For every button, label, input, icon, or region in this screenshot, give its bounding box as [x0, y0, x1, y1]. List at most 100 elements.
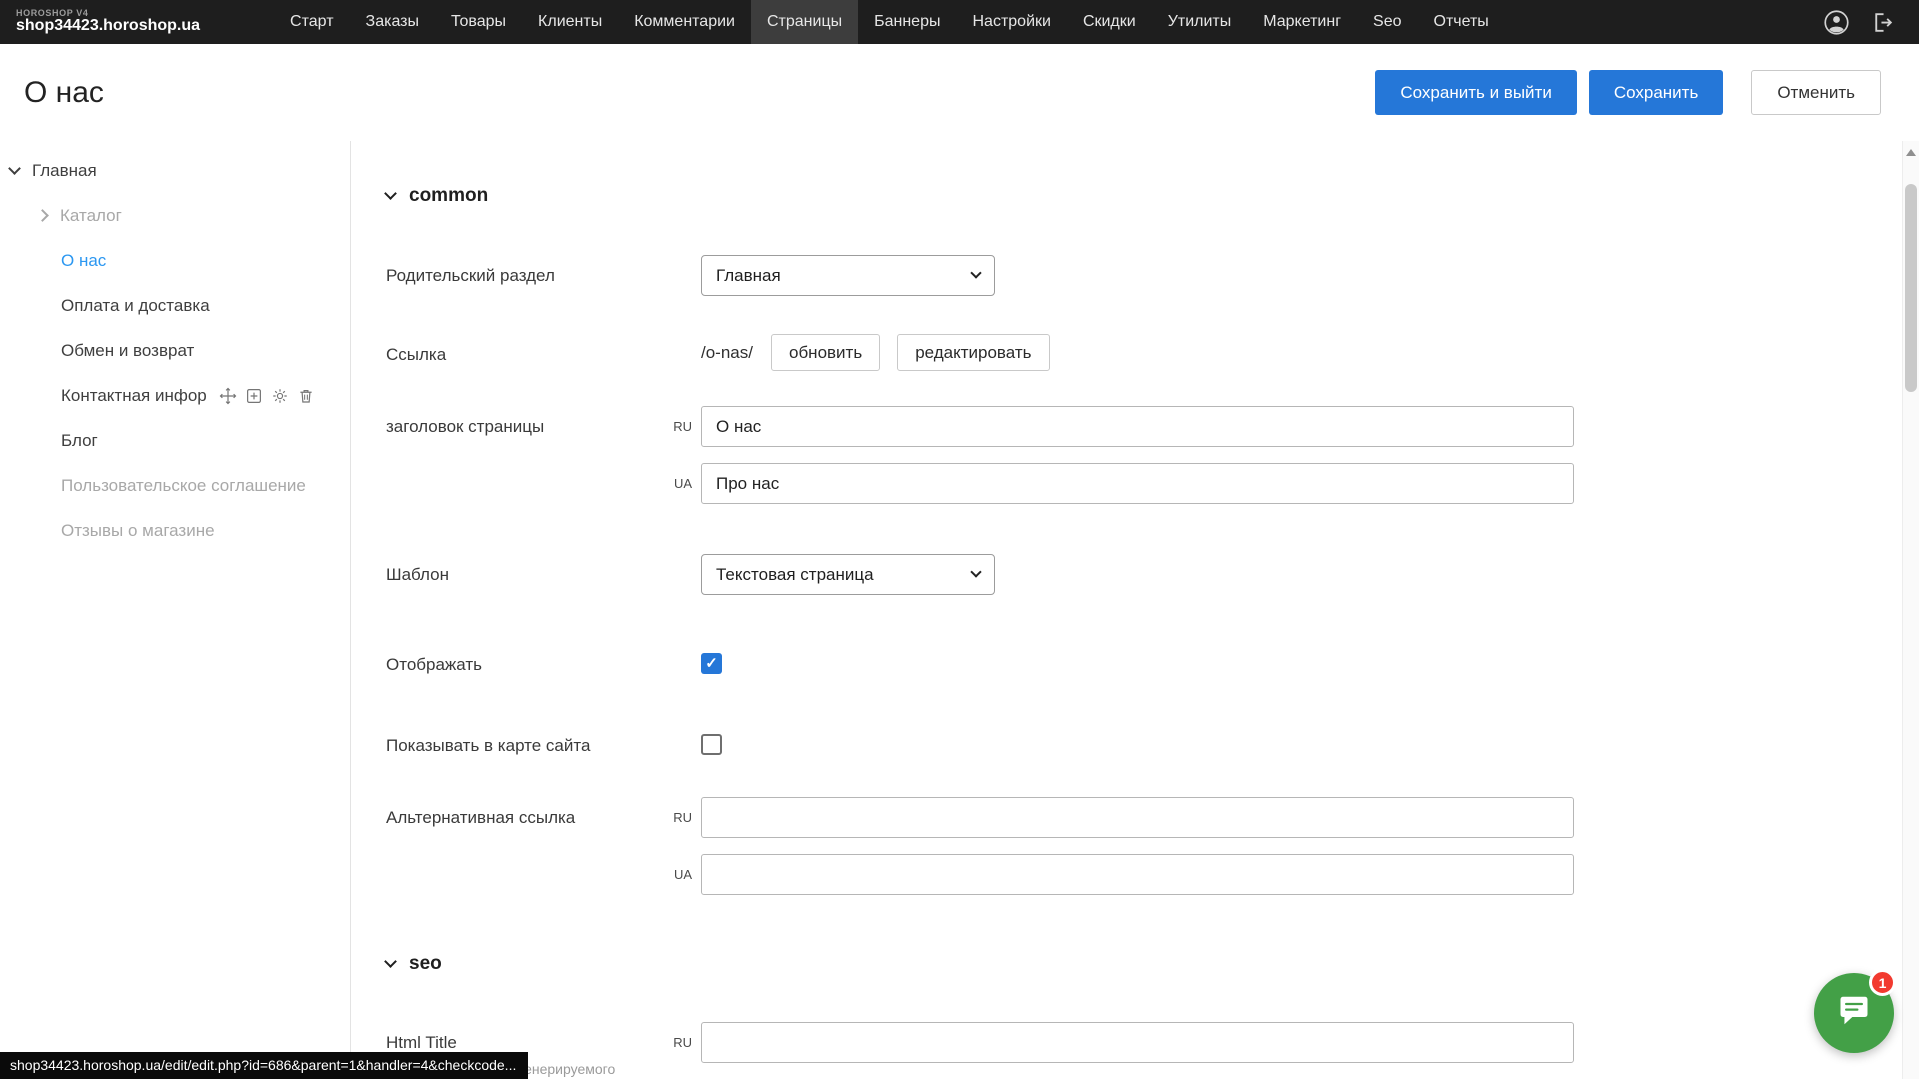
user-account-icon[interactable] [1823, 9, 1850, 36]
link-value: /o-nas/ [701, 343, 753, 363]
sitemap-checkbox[interactable] [701, 734, 722, 755]
tree-item-label: Обмен и возврат [61, 341, 194, 361]
tree-item-o-nas[interactable]: О нас [0, 238, 350, 283]
page-title-label: заголовок страницы [386, 406, 663, 437]
page-title-ru-input[interactable] [701, 406, 1574, 447]
cancel-button[interactable]: Отменить [1751, 70, 1881, 115]
tree-item-katalog[interactable]: Каталог [0, 193, 350, 238]
topbar: HOROSHOP V4 shop34423.horoshop.ua Старт … [0, 0, 1919, 44]
template-row: Шаблон Текстовая страница [386, 554, 1902, 595]
tree-item-label: Контактная инфор [61, 386, 207, 406]
nav-item-clients[interactable]: Клиенты [522, 0, 618, 44]
lang-ua-tag: UA [663, 867, 701, 882]
tree-item-label: Оплата и доставка [61, 296, 210, 316]
save-button[interactable]: Сохранить [1589, 70, 1723, 115]
lang-ru-tag: RU [663, 419, 701, 434]
topbar-icons [1823, 9, 1919, 36]
tree-item-polzovatelskoe-soglashenie[interactable]: Пользовательское соглашение [0, 463, 350, 508]
chat-launcher-button[interactable]: 1 [1814, 973, 1894, 1053]
alt-link-row: Альтернативная ссылка RU UA [386, 797, 1902, 895]
pages-tree-sidebar: Главная Каталог О нас Оплата и доставка … [0, 141, 351, 1079]
nav-item-utilities[interactable]: Утилиты [1152, 0, 1248, 44]
parent-section-select[interactable]: Главная [701, 255, 995, 296]
header-buttons: Сохранить и выйти Сохранить Отменить [1375, 70, 1881, 115]
trash-icon[interactable] [297, 387, 315, 405]
nav-item-pages[interactable]: Страницы [751, 0, 858, 44]
scrollbar-thumb[interactable] [1905, 184, 1917, 392]
link-label: Ссылка [386, 334, 663, 365]
chevron-down-icon [384, 187, 397, 200]
main-nav: Старт Заказы Товары Клиенты Комментарии … [274, 0, 1505, 44]
tree-item-otzyvy-o-magazine[interactable]: Отзывы о магазине [0, 508, 350, 553]
nav-item-settings[interactable]: Настройки [956, 0, 1066, 44]
link-refresh-button[interactable]: обновить [771, 334, 880, 371]
page-title: О нас [24, 76, 104, 110]
tree-item-label: Пользовательское соглашение [61, 476, 306, 496]
tree-item-actions [219, 387, 315, 405]
gear-icon[interactable] [271, 387, 289, 405]
section-seo-title: seo [409, 953, 442, 975]
parent-section-row: Родительский раздел Главная [386, 255, 1902, 296]
tree-item-label: Каталог [60, 206, 122, 226]
chevron-down-icon [970, 566, 981, 577]
tree-item-oplata-i-dostavka[interactable]: Оплата и доставка [0, 283, 350, 328]
save-and-exit-button[interactable]: Сохранить и выйти [1375, 70, 1576, 115]
sitemap-row: Показывать в карте сайта [386, 725, 1902, 756]
tree-item-label: О нас [61, 251, 106, 271]
display-row: Отображать [386, 644, 1902, 675]
chevron-down-icon [384, 955, 397, 968]
logout-icon[interactable] [1870, 10, 1895, 35]
html-title-row: Html Title Полная замена title, генериру… [386, 1022, 1902, 1079]
link-row: Ссылка /o-nas/ обновить редактировать [386, 334, 1902, 371]
nav-item-seo[interactable]: Seo [1357, 0, 1417, 44]
tree-item-blog[interactable]: Блог [0, 418, 350, 463]
brand[interactable]: HOROSHOP V4 shop34423.horoshop.ua [0, 9, 218, 35]
alt-link-ru-input[interactable] [701, 797, 1574, 838]
html-title-ru-input[interactable] [701, 1022, 1574, 1063]
page-header: О нас Сохранить и выйти Сохранить Отмени… [0, 44, 1919, 141]
parent-section-label: Родительский раздел [386, 255, 663, 286]
tree-item-label: Отзывы о магазине [61, 521, 215, 541]
template-label: Шаблон [386, 554, 663, 585]
parent-section-selected-value: Главная [716, 266, 781, 286]
nav-item-orders[interactable]: Заказы [350, 0, 435, 44]
section-seo-header[interactable]: seo [386, 953, 1902, 975]
chevron-right-icon [36, 209, 49, 222]
scroll-up-arrow-icon[interactable] [1906, 149, 1916, 156]
nav-item-discounts[interactable]: Скидки [1067, 0, 1152, 44]
template-select[interactable]: Текстовая страница [701, 554, 995, 595]
move-icon[interactable] [219, 387, 237, 405]
section-common-header[interactable]: common [386, 185, 1902, 207]
html-title-label-text: Html Title [386, 1032, 663, 1053]
chat-bubble-icon [1836, 996, 1872, 1030]
lang-ru-tag: RU [663, 810, 701, 825]
vertical-scrollbar[interactable] [1902, 141, 1919, 1079]
template-selected-value: Текстовая страница [716, 565, 874, 585]
brand-domain: shop34423.horoshop.ua [16, 18, 200, 35]
nav-item-start[interactable]: Старт [274, 0, 349, 44]
nav-item-comments[interactable]: Комментарии [618, 0, 751, 44]
section-common-title: common [409, 185, 488, 207]
nav-item-products[interactable]: Товары [435, 0, 522, 44]
page-edit-form: common Родительский раздел Главная Ссылк… [352, 141, 1902, 1079]
page-title-ua-input[interactable] [701, 463, 1574, 504]
tree-item-kontaktnaya-informatsiya[interactable]: Контактная инфор [0, 373, 350, 418]
page-title-row: заголовок страницы RU UA [386, 406, 1902, 504]
nav-item-banners[interactable]: Баннеры [858, 0, 956, 44]
sitemap-label: Показывать в карте сайта [386, 725, 663, 756]
tree-item-obmen-i-vozvrat[interactable]: Обмен и возврат [0, 328, 350, 373]
alt-link-label: Альтернативная ссылка [386, 797, 663, 828]
chevron-down-icon [8, 162, 21, 175]
lang-ru-tag: RU [663, 1035, 701, 1050]
tree-item-label: Блог [61, 431, 98, 451]
nav-item-marketing[interactable]: Маркетинг [1247, 0, 1357, 44]
chat-unread-badge: 1 [1869, 969, 1896, 996]
display-checkbox[interactable] [701, 653, 722, 674]
link-status-bar: shop34423.horoshop.ua/edit/edit.php?id=6… [0, 1052, 528, 1079]
add-page-icon[interactable] [245, 387, 263, 405]
nav-item-reports[interactable]: Отчеты [1418, 0, 1505, 44]
tree-item-glavnaya[interactable]: Главная [0, 148, 350, 193]
alt-link-ua-input[interactable] [701, 854, 1574, 895]
link-edit-button[interactable]: редактировать [897, 334, 1049, 371]
tree-item-label: Главная [32, 161, 97, 181]
